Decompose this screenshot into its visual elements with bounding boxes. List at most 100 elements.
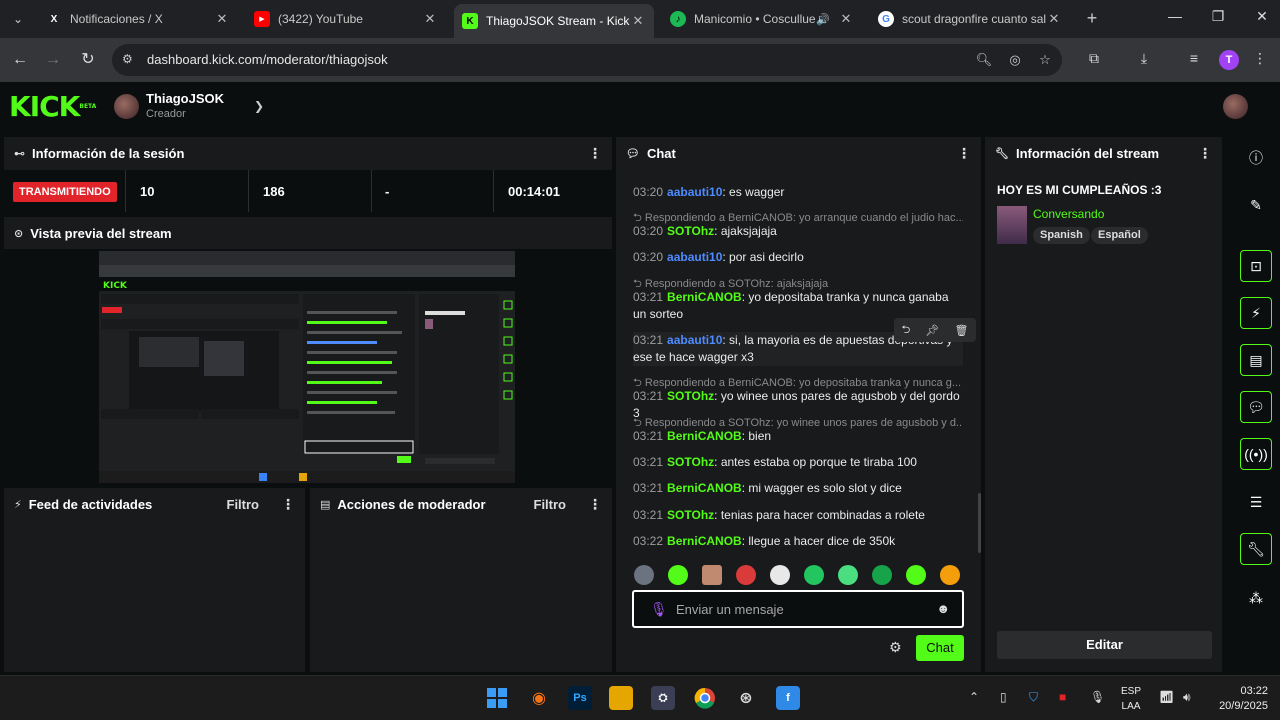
app-tray-icon[interactable]: ■ [1059, 690, 1066, 704]
emote-icon[interactable] [906, 565, 926, 585]
close-tab-icon[interactable]: ✕ [214, 11, 230, 27]
user-avatar[interactable] [1223, 94, 1248, 119]
tab-search-chevron-icon[interactable]: ⌄ [6, 8, 30, 30]
file-explorer-icon[interactable] [609, 686, 633, 710]
tab-spotify[interactable]: ♪ Manicomio • Cosculluela 🔊 ✕ [662, 4, 862, 34]
back-arrow-icon[interactable]: ← [10, 50, 30, 70]
volume-icon[interactable]: 🔊︎ [1183, 690, 1191, 705]
close-tab-icon[interactable]: ✕ [422, 11, 438, 27]
bookmark-star-icon[interactable]: ☆ [1036, 52, 1054, 70]
close-tab-icon[interactable]: ✕ [1046, 11, 1062, 27]
pencil-icon[interactable]: ✎ [1240, 189, 1272, 221]
stream-tag[interactable]: Spanish [1033, 227, 1090, 244]
tab-youtube[interactable]: ▶ (3422) YouTube ✕ [246, 4, 446, 34]
close-tab-icon[interactable]: ✕ [630, 13, 646, 29]
photoshop-icon[interactable]: Ps [568, 686, 592, 710]
shield-icon[interactable]: ⛉ [1029, 690, 1038, 705]
extensions-icon[interactable]: ⧉ [1084, 50, 1104, 70]
edit-stream-info-button[interactable]: Editar [997, 631, 1212, 659]
channel-switcher-chevron-icon[interactable]: ❯ [254, 99, 264, 113]
category-thumbnail[interactable] [997, 206, 1027, 244]
msg-username[interactable]: SOTOhz [667, 455, 714, 469]
chat-message[interactable]: 03:21 SOTOhz: tenias para hacer combinada… [633, 507, 963, 524]
app-f-icon[interactable]: f [776, 686, 800, 710]
address-bar[interactable]: ⚙ dashboard.kick.com/moderator/thiagojso… [112, 44, 1062, 76]
msg-username[interactable]: aabauti10 [667, 250, 722, 264]
chrome-icon[interactable] [693, 686, 717, 710]
keyboard-language[interactable]: ESP LAA [1116, 684, 1146, 714]
broadcast-icon[interactable]: ((•)) [1240, 438, 1272, 470]
zoom-icon[interactable]: 🔍︎ [975, 52, 993, 70]
microphone-icon[interactable]: 🎙︎ [650, 601, 668, 617]
system-clock[interactable]: 03:22 20/9/2025 [1208, 684, 1268, 714]
chat-message[interactable]: 03:20 SOTOhz: ajaksjajaja [633, 223, 963, 240]
chat-message[interactable]: 03:21 BerniCANOB: bien [633, 428, 963, 445]
stream-category[interactable]: Conversando [1033, 207, 1104, 221]
emote-icon[interactable] [634, 565, 654, 585]
msg-username[interactable]: SOTOhz [667, 389, 714, 403]
emote-icon[interactable] [736, 565, 756, 585]
chat-message[interactable]: 03:21 SOTOhz: antes estaba op porque te t… [633, 454, 963, 471]
chat-message-list[interactable]: 03:20 aabauti10: es wagger ⮌ Respondiendo… [616, 170, 978, 556]
msg-username[interactable]: SOTOhz [667, 508, 714, 522]
emote-icon[interactable] [770, 565, 790, 585]
send-chat-button[interactable]: Chat [916, 635, 964, 661]
reply-icon[interactable]: ⮌ [902, 321, 911, 340]
close-tab-icon[interactable]: ✕ [838, 11, 854, 27]
emote-icon[interactable] [668, 565, 688, 585]
msg-username[interactable]: aabauti10 [667, 333, 722, 347]
chat-message[interactable]: 03:20 aabauti10: por asi decirlo [633, 249, 963, 266]
emote-icon[interactable] [702, 565, 722, 585]
chat-message[interactable]: 03:21 BerniCANOB: mi wagger es solo slot … [633, 480, 963, 497]
blender-icon[interactable]: ◉ [527, 686, 551, 710]
panel-menu-icon[interactable]: ⋮ [1198, 145, 1212, 162]
layout-icon[interactable]: ☰ [1240, 486, 1272, 518]
emote-icon[interactable] [872, 565, 892, 585]
msg-username[interactable]: BerniCANOB [667, 429, 742, 443]
trash-icon[interactable]: 🗑︎ [954, 324, 968, 337]
chat-input-box[interactable]: 🎙︎ ☻ [632, 590, 964, 628]
tab-x-notifications[interactable]: X Notificaciones / X ✕ [38, 4, 238, 34]
channel-avatar[interactable] [114, 94, 139, 119]
chat-icon[interactable]: 💬︎ [1240, 391, 1272, 423]
chat-settings-gear-icon[interactable]: ⚙ [889, 639, 902, 656]
chat-message[interactable]: 03:22 BerniCANOB: llegue a hacer dice de … [633, 533, 963, 550]
emote-icon[interactable] [838, 565, 858, 585]
apps-icon[interactable]: ⁂ [1240, 582, 1272, 614]
media-control-icon[interactable]: ≡ [1184, 50, 1204, 70]
document-icon[interactable]: ▤ [1240, 344, 1272, 376]
msg-username[interactable]: BerniCANOB [667, 290, 742, 304]
msg-username[interactable]: BerniCANOB [667, 481, 742, 495]
modactions-filter-button[interactable]: Filtro [534, 497, 567, 512]
panel-menu-icon[interactable]: ⋮ [957, 145, 971, 162]
speaker-icon[interactable]: 🔊 [816, 13, 830, 26]
browser-profile-avatar[interactable]: T [1219, 50, 1239, 70]
download-icon[interactable]: ⤓ [1134, 50, 1154, 70]
panel-menu-icon[interactable]: ⋮ [588, 145, 602, 162]
chat-input[interactable] [676, 600, 926, 618]
scan-icon[interactable]: ⊡ [1240, 250, 1272, 282]
battery-icon[interactable]: ▯ [1000, 690, 1007, 704]
site-settings-icon[interactable]: ⚙ [122, 52, 138, 68]
minimize-window-icon[interactable]: — [1160, 8, 1190, 24]
msg-username[interactable]: SOTOhz [667, 224, 714, 238]
emote-icon[interactable] [940, 565, 960, 585]
maximize-window-icon[interactable]: ❐ [1203, 8, 1233, 25]
msg-username[interactable]: aabauti10 [667, 185, 722, 199]
tray-overflow-chevron-icon[interactable]: ⌃ [969, 690, 979, 704]
lightning-icon[interactable]: ⚡ [1240, 297, 1272, 329]
stream-preview-video[interactable]: KICK [99, 251, 515, 483]
forward-arrow-icon[interactable]: → [43, 50, 63, 70]
new-tab-button[interactable]: + [1082, 8, 1102, 28]
reload-icon[interactable]: ↻ [78, 50, 98, 70]
panel-menu-icon[interactable]: ⋮ [588, 496, 602, 513]
pin-icon[interactable]: 📌︎ [925, 324, 939, 337]
info-icon[interactable]: ⓘ [1240, 142, 1272, 174]
emote-icon[interactable] [804, 565, 824, 585]
chat-scrollbar[interactable] [978, 493, 981, 553]
emoji-picker-icon[interactable]: ☻ [936, 601, 950, 616]
steam-icon[interactable]: ⊛ [734, 686, 758, 710]
tools-icon[interactable]: 🔧︎ [1240, 533, 1272, 565]
microphone-tray-icon[interactable]: 🎙︎ [1090, 690, 1105, 704]
app-icon[interactable]: ⛭ [651, 686, 675, 710]
